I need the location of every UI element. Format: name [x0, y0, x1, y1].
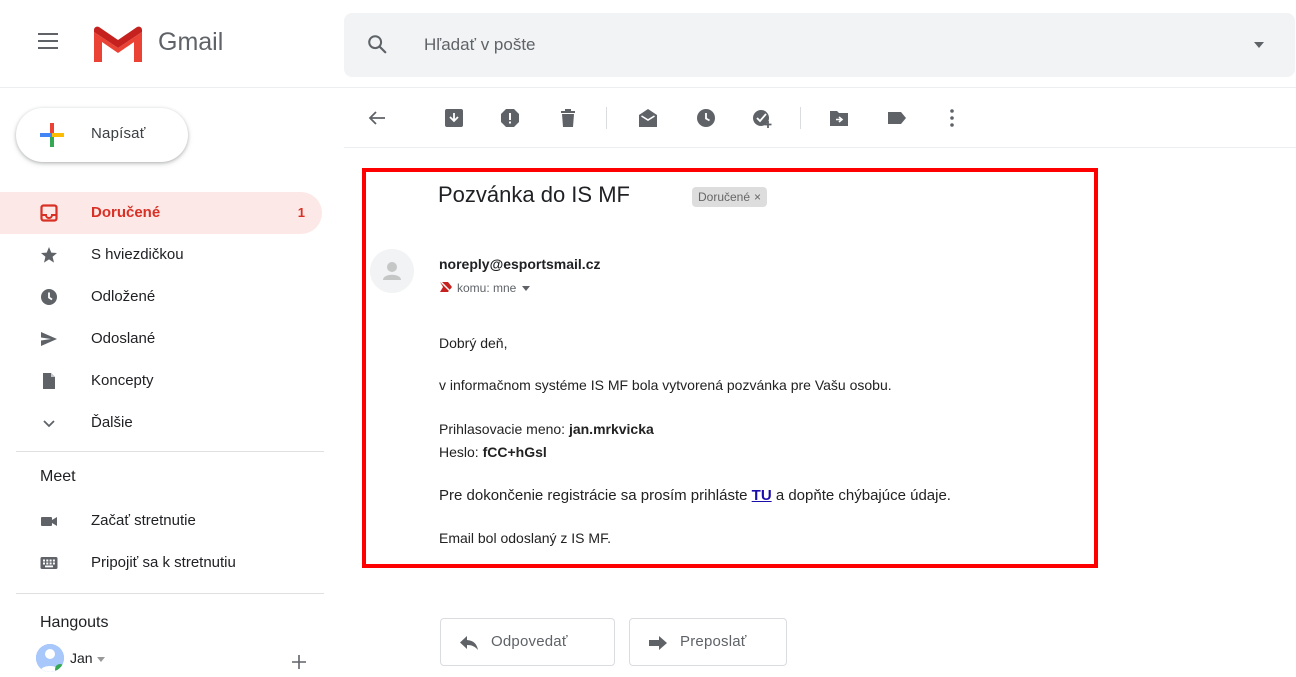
- back-arrow-icon[interactable]: [366, 107, 388, 129]
- important-marker-icon[interactable]: [439, 280, 453, 294]
- chevron-down-icon: [43, 420, 55, 428]
- reply-icon: [460, 636, 478, 650]
- videocam-icon: [41, 517, 57, 526]
- email-greeting: Dobrý deň,: [439, 335, 508, 351]
- sender-address: noreply@esportsmail.cz: [439, 256, 601, 272]
- password-line: Heslo: fCC+hGsl: [439, 444, 547, 460]
- search-input[interactable]: [424, 31, 1204, 59]
- star-icon: [41, 247, 57, 263]
- chevron-down-icon[interactable]: [522, 286, 531, 292]
- sidebar-nav: Doručené 1 S hviezdičkou Odložené Odosla…: [0, 192, 330, 444]
- hangouts-section-title: Hangouts: [40, 614, 109, 631]
- sidebar-item-snoozed[interactable]: Odložené: [0, 276, 322, 318]
- archive-icon[interactable]: [443, 107, 465, 129]
- app-name: Gmail: [158, 28, 224, 56]
- sidebar-item-drafts[interactable]: Koncepty: [0, 360, 322, 402]
- login-value: jan.mrkvicka: [568, 421, 654, 437]
- label-chip-text: Doručené: [698, 190, 751, 204]
- login-label: Prihlasovacie meno:: [439, 421, 566, 437]
- compose-button[interactable]: Napísať: [16, 108, 188, 162]
- meet-start-meeting[interactable]: Začať stretnutie: [0, 500, 322, 542]
- more-options-icon[interactable]: [941, 107, 963, 129]
- inbox-icon: [40, 204, 58, 222]
- unread-count: 1: [297, 205, 305, 220]
- email-subject: Pozvánka do IS MF: [438, 182, 630, 207]
- sidebar-item-sent[interactable]: Odoslané: [0, 318, 322, 360]
- sidebar-divider: [16, 593, 324, 594]
- compose-label: Napísať: [91, 125, 146, 142]
- report-spam-icon[interactable]: [499, 107, 521, 129]
- highlight-frame: [362, 168, 1098, 568]
- sidebar-item-label: Odoslané: [91, 330, 156, 347]
- label-icon[interactable]: [886, 107, 908, 129]
- search-options-icon[interactable]: [1254, 42, 1264, 48]
- registration-link[interactable]: TU: [752, 487, 772, 504]
- registration-text: Pre dokončenie registrácie sa prosím pri…: [439, 487, 748, 504]
- password-label: Heslo:: [439, 444, 479, 460]
- sidebar-item-label: Ďalšie: [91, 414, 133, 431]
- sidebar-item-label: Koncepty: [91, 372, 154, 389]
- move-to-icon[interactable]: [828, 107, 850, 129]
- meet-item-label: Začať stretnutie: [91, 512, 196, 529]
- add-icon[interactable]: [289, 652, 309, 672]
- sidebar-item-label: S hviezdičkou: [91, 246, 184, 263]
- sidebar-divider: [16, 451, 324, 452]
- registration-line: Pre dokončenie registrácie sa prosím pri…: [439, 487, 951, 504]
- gmail-logo[interactable]: [90, 24, 146, 64]
- send-icon: [41, 332, 57, 346]
- clock-icon: [41, 289, 57, 305]
- meet-join-meeting[interactable]: Pripojiť sa k stretnutiu: [0, 542, 322, 584]
- registration-text-end: a dopňte chýbajúce údaje.: [775, 487, 951, 504]
- sidebar-item-more[interactable]: Ďalšie: [0, 402, 322, 444]
- search-icon[interactable]: [366, 33, 388, 55]
- sender-avatar[interactable]: [370, 249, 414, 293]
- email-body-line: v informačnom systéme IS MF bola vytvore…: [439, 377, 892, 393]
- meet-section-title: Meet: [40, 468, 76, 485]
- keyboard-icon: [40, 557, 58, 569]
- login-line: Prihlasovacie meno: jan.mrkvicka: [439, 421, 654, 437]
- snooze-icon[interactable]: [695, 107, 717, 129]
- sidebar-item-inbox[interactable]: Doručené 1: [0, 192, 322, 234]
- password-value: fCC+hGsl: [482, 444, 547, 460]
- message-toolbar: [344, 88, 1296, 148]
- forward-label: Preposlať: [680, 633, 747, 650]
- plus-icon: [40, 123, 64, 147]
- avatar: [36, 644, 64, 672]
- add-to-tasks-icon[interactable]: [751, 107, 773, 129]
- recipient-text: komu: mne: [457, 281, 517, 295]
- recipient-details[interactable]: komu: mne: [439, 280, 531, 295]
- reply-button[interactable]: Odpovedať: [440, 618, 615, 666]
- toolbar-separator: [606, 107, 607, 129]
- reply-label: Odpovedať: [491, 633, 568, 650]
- hangouts-user-name: Jan: [70, 650, 93, 666]
- close-icon[interactable]: ×: [754, 190, 761, 204]
- search-bar[interactable]: [344, 13, 1295, 77]
- top-header: Gmail: [0, 0, 1296, 88]
- inbox-label-chip[interactable]: Doručené ×: [692, 187, 768, 207]
- mark-unread-icon[interactable]: [637, 107, 659, 129]
- sidebar-item-starred[interactable]: S hviezdičkou: [0, 234, 322, 276]
- hangouts-user[interactable]: Jan: [36, 644, 186, 677]
- email-footer: Email bol odoslaný z IS MF.: [439, 530, 611, 546]
- toolbar-separator: [800, 107, 801, 129]
- sidebar-item-label: Doručené: [91, 204, 161, 221]
- meet-item-label: Pripojiť sa k stretnutiu: [91, 554, 236, 571]
- sidebar-item-label: Odložené: [91, 288, 156, 305]
- forward-icon: [649, 636, 667, 650]
- draft-icon: [43, 373, 55, 389]
- main-menu-icon[interactable]: [38, 33, 58, 49]
- delete-icon[interactable]: [557, 107, 579, 129]
- forward-button[interactable]: Preposlať: [629, 618, 787, 666]
- chevron-down-icon[interactable]: [97, 657, 105, 662]
